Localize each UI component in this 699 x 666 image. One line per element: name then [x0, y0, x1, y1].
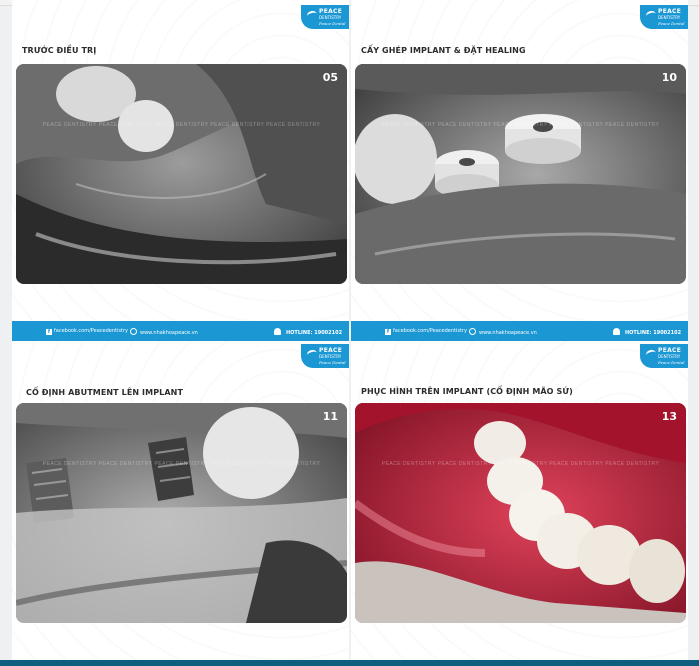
brand-script: Peace Dental — [658, 21, 685, 26]
brand-script: Peace Dental — [319, 360, 346, 365]
footer-facebook-text: facebook.com/Peacedentistry — [54, 328, 128, 334]
footer-facebook-text: facebook.com/Peacedentistry — [393, 328, 467, 334]
brand-badge: PEACE DENTISTRY Peace Dental — [301, 344, 349, 368]
photo-number: 13 — [661, 410, 677, 423]
brand-badge: PEACE DENTISTRY Peace Dental — [640, 5, 688, 29]
watermark: PEACE DENTISTRY PEACE DENTISTRY PEACE DE… — [381, 461, 660, 467]
card-title: PHỤC HÌNH TRÊN IMPLANT (CỐ ĐỊNH MÃO SỨ) — [361, 387, 573, 396]
phone-icon — [613, 328, 620, 335]
globe-icon — [469, 328, 476, 335]
dental-photo: PEACE DENTISTRY PEACE DENTISTRY PEACE DE… — [355, 403, 686, 623]
footer-bar: f facebook.com/Peacedentistry www.nhakhoa… — [12, 321, 349, 341]
treatment-card-abutment: PEACE DENTISTRY Peace Dental CỐ ĐỊNH ABU… — [12, 341, 349, 666]
dental-photo-image — [16, 403, 347, 623]
watermark: PEACE DENTISTRY PEACE DENTISTRY PEACE DE… — [42, 122, 321, 128]
treatment-card-crown: PEACE DENTISTRY Peace Dental PHỤC HÌNH T… — [351, 341, 688, 666]
photo-number: 11 — [322, 410, 338, 423]
photo-grid: PEACE DENTISTRY Peace Dental TRƯỚC ĐIỀU … — [12, 0, 688, 666]
card-title: CẤY GHÉP IMPLANT & ĐẶT HEALING — [361, 46, 526, 55]
brand-logo-icon — [645, 348, 657, 360]
brand-script: Peace Dental — [658, 360, 685, 365]
dental-photo: PEACE DENTISTRY PEACE DENTISTRY PEACE DE… — [16, 64, 347, 284]
footer-website-text: www.nhakhoapeace.vn — [140, 330, 198, 336]
dental-photo-image — [355, 64, 686, 284]
footer-hotline[interactable]: HOTLINE: 19002102 — [274, 328, 342, 336]
treatment-card-implant: PEACE DENTISTRY Peace Dental CẤY GHÉP IM… — [351, 0, 688, 341]
dental-photo: PEACE DENTISTRY PEACE DENTISTRY PEACE DE… — [355, 64, 686, 284]
facebook-icon: f — [385, 329, 391, 335]
watermark: PEACE DENTISTRY PEACE DENTISTRY PEACE DE… — [381, 122, 660, 128]
brand-badge: PEACE DENTISTRY Peace Dental — [301, 5, 349, 29]
bottom-strip — [0, 660, 699, 666]
footer-facebook[interactable]: f facebook.com/Peacedentistry — [46, 328, 128, 335]
photo-number: 10 — [661, 71, 677, 84]
brand-logo-icon — [306, 348, 318, 360]
footer-hotline-text: HOTLINE: 19002102 — [625, 330, 682, 336]
phone-icon — [274, 328, 281, 335]
facebook-icon: f — [46, 329, 52, 335]
footer-website[interactable]: www.nhakhoapeace.vn — [469, 328, 537, 336]
globe-icon — [130, 328, 137, 335]
brand-sub: DENTISTRY — [319, 15, 342, 20]
brand-logo-icon — [306, 9, 318, 21]
footer-hotline-text: HOTLINE: 19002102 — [286, 330, 343, 336]
brand-script: Peace Dental — [319, 21, 346, 26]
dental-photo-image — [355, 403, 686, 623]
footer-website-text: www.nhakhoapeace.vn — [479, 330, 537, 336]
brand-logo-icon — [645, 9, 657, 21]
footer-hotline[interactable]: HOTLINE: 19002102 — [613, 328, 681, 336]
treatment-card-before: PEACE DENTISTRY Peace Dental TRƯỚC ĐIỀU … — [12, 0, 349, 341]
brand-badge: PEACE DENTISTRY Peace Dental — [640, 344, 688, 368]
footer-bar: f facebook.com/Peacedentistry www.nhakhoa… — [351, 321, 688, 341]
footer-facebook[interactable]: f facebook.com/Peacedentistry — [385, 328, 467, 335]
watermark: PEACE DENTISTRY PEACE DENTISTRY PEACE DE… — [42, 461, 321, 467]
footer-website[interactable]: www.nhakhoapeace.vn — [130, 328, 198, 336]
brand-sub: DENTISTRY — [658, 354, 681, 359]
card-title: CỐ ĐỊNH ABUTMENT LÊN IMPLANT — [26, 388, 184, 397]
card-title: TRƯỚC ĐIỀU TRỊ — [22, 46, 97, 55]
dental-photo: PEACE DENTISTRY PEACE DENTISTRY PEACE DE… — [16, 403, 347, 623]
brand-sub: DENTISTRY — [319, 354, 342, 359]
photo-number: 05 — [322, 71, 338, 84]
brand-sub: DENTISTRY — [658, 15, 681, 20]
dental-photo-image — [16, 64, 347, 284]
